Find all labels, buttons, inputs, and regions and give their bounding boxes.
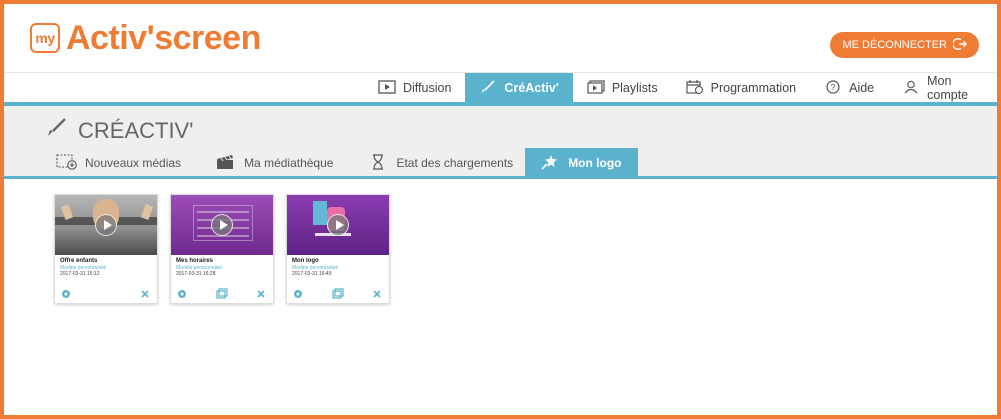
clapperboard-icon: [215, 154, 237, 173]
card-title: Offre enfants: [60, 258, 98, 264]
nav-programmation[interactable]: Programmation: [672, 73, 810, 103]
nav-mon-compte-label: Mon compte: [927, 74, 969, 102]
logo-badge: my: [30, 23, 60, 53]
tab-nouveaux-medias[interactable]: Nouveaux médias: [44, 148, 193, 178]
header: my Activ'screen ME DÉCONNECTER: [4, 4, 997, 72]
delete-icon[interactable]: [255, 287, 267, 299]
user-icon: [902, 80, 920, 97]
card-actions: [176, 287, 267, 299]
help-icon: ?: [824, 79, 842, 97]
nav-mon-compte[interactable]: Mon compte: [888, 73, 997, 103]
calendar-icon: [686, 79, 704, 97]
svg-text:?: ?: [831, 83, 836, 92]
duplicate-icon[interactable]: [332, 287, 344, 299]
brush-icon: [479, 79, 497, 97]
tab-mon-logo[interactable]: Mon logo: [525, 148, 638, 178]
delete-icon[interactable]: [139, 287, 151, 299]
page-title-text: CRÉACTIV': [78, 118, 194, 143]
hourglass-icon: [367, 153, 389, 173]
top-navigation: Diffusion CréActiv' Playlists Programmat…: [4, 72, 997, 106]
nav-creactiv-label: CréActiv': [504, 81, 559, 95]
media-grid: Offre enfants Modèle personnalisé 2017-0…: [54, 194, 390, 304]
nav-aide[interactable]: ? Aide: [810, 73, 888, 103]
play-icon: [378, 79, 396, 97]
nav-playlists-label: Playlists: [611, 81, 658, 95]
card-title: Mon logo: [292, 258, 319, 264]
nav-aide-label: Aide: [849, 81, 875, 95]
tab-ma-mediatheque[interactable]: Ma médiathèque: [203, 148, 345, 178]
settings-icon[interactable]: [292, 287, 304, 299]
settings-icon[interactable]: [60, 287, 72, 299]
card-actions: [292, 287, 383, 299]
nav-playlists[interactable]: Playlists: [573, 73, 672, 103]
logout-icon: [952, 37, 968, 54]
nav-programmation-label: Programmation: [710, 81, 797, 95]
playlist-icon: [587, 79, 605, 97]
app-frame: my Activ'screen ME DÉCONNECTER Diffusion…: [0, 0, 1001, 419]
new-media-icon: [56, 153, 78, 173]
card-date: 2017-03-31 16:49: [292, 271, 332, 277]
media-card[interactable]: Offre enfants Modèle personnalisé 2017-0…: [54, 194, 158, 304]
tab-etat-des-chargements-label: Etat des chargements: [396, 156, 514, 170]
card-date: 2017-03-31 16:28: [176, 271, 216, 277]
logout-label: ME DÉCONNECTER: [842, 39, 947, 51]
logo-text: Activ'screen: [66, 18, 261, 57]
tab-mon-logo-label: Mon logo: [568, 156, 622, 170]
card-thumbnail[interactable]: [287, 195, 389, 255]
brush-icon: [44, 116, 68, 146]
media-card[interactable]: Mes horaires Modèle personnalisé 2017-03…: [170, 194, 274, 304]
delete-icon[interactable]: [371, 287, 383, 299]
nav-diffusion[interactable]: Diffusion: [364, 73, 465, 103]
play-button[interactable]: [327, 214, 349, 236]
tab-ma-mediatheque-label: Ma médiathèque: [244, 156, 334, 170]
creactiv-section: CRÉACTIV' Nouveaux médias Ma médiathèque…: [4, 106, 997, 178]
card-title: Mes horaires: [176, 258, 214, 264]
card-actions: [60, 287, 151, 299]
subtabs: Nouveaux médias Ma médiathèque Etat des …: [44, 148, 638, 178]
app-logo[interactable]: my Activ'screen: [30, 18, 261, 58]
subtabs-divider: [4, 176, 997, 179]
card-date: 2017-03-31 15:12: [60, 271, 100, 277]
card-thumbnail[interactable]: [171, 195, 273, 255]
tab-nouveaux-medias-label: Nouveaux médias: [85, 156, 182, 170]
settings-icon[interactable]: [176, 287, 188, 299]
card-thumbnail[interactable]: [55, 195, 157, 255]
play-button[interactable]: [211, 214, 233, 236]
star-icon: [539, 154, 561, 173]
tab-etat-des-chargements[interactable]: Etat des chargements: [355, 148, 525, 178]
nav-diffusion-label: Diffusion: [403, 81, 452, 95]
nav-creactiv[interactable]: CréActiv': [465, 73, 573, 103]
logout-button[interactable]: ME DÉCONNECTER: [830, 32, 979, 58]
duplicate-icon[interactable]: [216, 287, 228, 299]
play-button[interactable]: [95, 214, 117, 236]
media-card[interactable]: Mon logo Modèle personnalisé 2017-03-31 …: [286, 194, 390, 304]
page-title: CRÉACTIV': [44, 116, 193, 146]
